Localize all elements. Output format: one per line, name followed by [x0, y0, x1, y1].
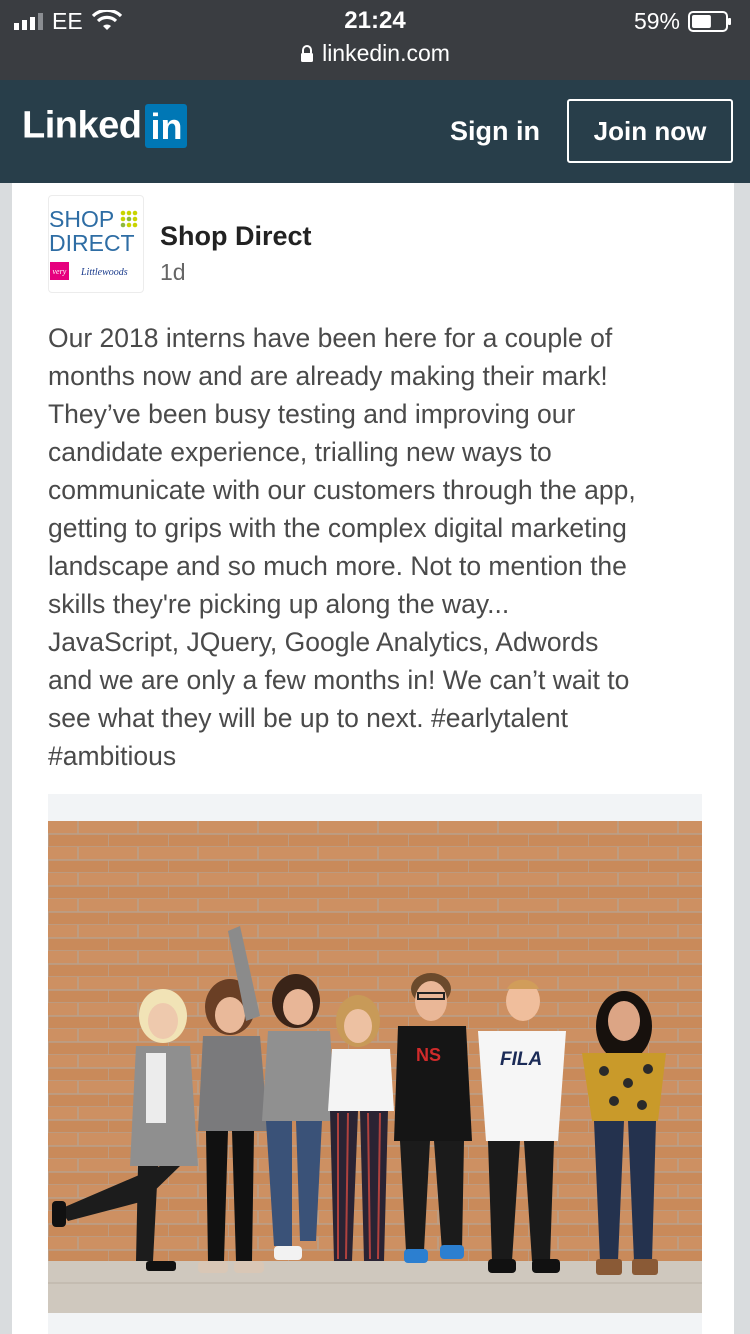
battery-percentage: 59%: [633, 8, 680, 34]
logo-very: very: [53, 267, 67, 276]
logo-brand-bottom: DIRECT: [49, 230, 135, 256]
post-card: SHOP DIRECT very Littlewoods Shop Direct…: [12, 183, 734, 1334]
logo-in-badge: in: [145, 104, 188, 148]
status-bar: EE 21:24 59% linkedin.com: [0, 0, 750, 80]
post-timestamp: 1d: [160, 259, 186, 285]
url-bar[interactable]: linkedin.com: [0, 40, 750, 67]
post-body-text: Our 2018 interns have been here for a co…: [48, 323, 636, 771]
logo-brand-top: SHOP: [49, 206, 114, 232]
shirt-text-2: FILA: [500, 1049, 542, 1070]
lock-icon: [301, 45, 314, 62]
linkedin-header: Linked in Sign in Join now: [0, 80, 750, 183]
battery-icon: [688, 11, 731, 32]
logo-littlewoods: Littlewoods: [80, 267, 128, 278]
url-text: linkedin.com: [322, 40, 450, 66]
sign-in-button[interactable]: Sign in: [450, 116, 540, 147]
company-logo[interactable]: SHOP DIRECT very Littlewoods: [48, 195, 144, 293]
shop-direct-logo-graphic: SHOP DIRECT very Littlewoods: [49, 206, 138, 280]
post-photo[interactable]: NS FILA: [48, 821, 702, 1313]
linkedin-logo[interactable]: Linked in: [22, 104, 188, 148]
company-name[interactable]: Shop Direct: [160, 221, 312, 252]
logo-wordmark: Linked: [22, 104, 142, 147]
shirt-text-1: NS: [416, 1045, 441, 1065]
post-media[interactable]: NS FILA: [48, 794, 702, 1334]
join-now-button[interactable]: Join now: [567, 99, 733, 163]
